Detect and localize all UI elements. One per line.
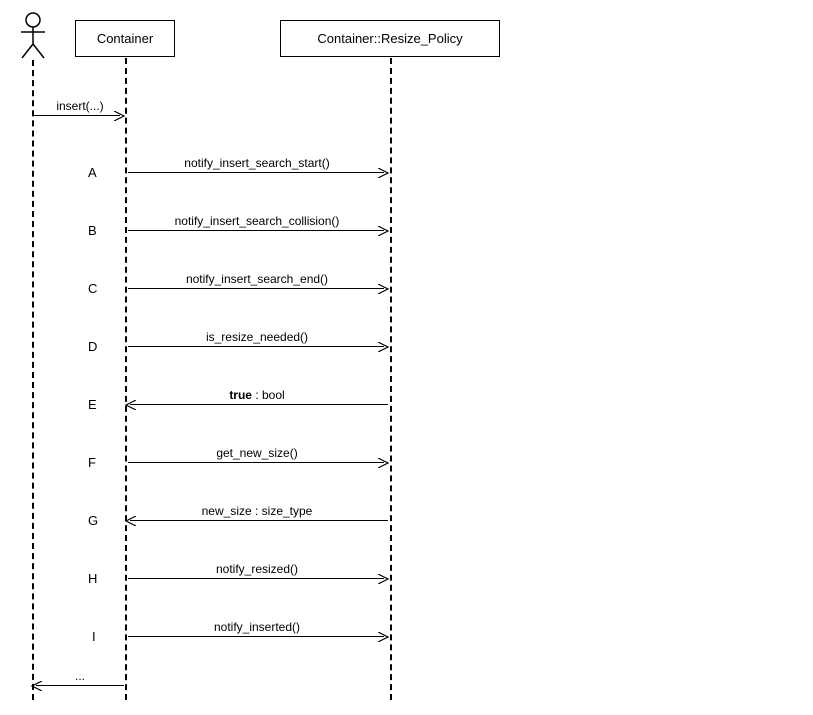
message-label: get_new_size() (128, 446, 386, 460)
message-step: D (88, 339, 97, 354)
arrow-head-icon (378, 631, 390, 645)
lifeline-container (125, 58, 127, 700)
participant-container: Container (75, 20, 175, 57)
message-label: is_resize_needed() (128, 330, 386, 344)
participant-resize-policy: Container::Resize_Policy (280, 20, 500, 57)
arrow-line (128, 462, 384, 463)
arrow-line (130, 520, 388, 521)
sequence-diagram: Container Container::Resize_Policy inser… (0, 0, 813, 715)
message-step: C (88, 281, 97, 296)
arrow-line (128, 172, 384, 173)
arrow-head-icon (378, 573, 390, 587)
arrow-head-icon (378, 283, 390, 297)
arrow-head-icon (30, 680, 42, 694)
arrow-head-icon (378, 341, 390, 355)
message-label-bold: true (229, 388, 252, 402)
participant-label: Container::Resize_Policy (317, 31, 462, 46)
message-label: ... (40, 669, 120, 683)
arrow-head-icon (378, 457, 390, 471)
message-label: notify_insert_search_start() (128, 156, 386, 170)
participant-label: Container (97, 31, 153, 46)
arrow-line (128, 230, 384, 231)
arrow-line (128, 578, 384, 579)
message-label: notify_inserted() (128, 620, 386, 634)
arrow-head-icon (124, 399, 136, 413)
message-step: H (88, 571, 97, 586)
actor-icon (19, 12, 47, 60)
arrow-line (34, 115, 120, 116)
arrow-head-icon (378, 167, 390, 181)
arrow-line (128, 288, 384, 289)
arrow-head-icon (124, 515, 136, 529)
message-step: G (88, 513, 98, 528)
lifeline-actor (32, 60, 34, 700)
actor (18, 12, 48, 63)
message-step: B (88, 223, 97, 238)
message-step: F (88, 455, 96, 470)
message-step: E (88, 397, 97, 412)
lifeline-resize-policy (390, 58, 392, 700)
message-label-rest: : bool (252, 388, 285, 402)
arrow-line (36, 685, 124, 686)
arrow-head-icon (378, 225, 390, 239)
message-label: notify_resized() (128, 562, 386, 576)
message-label: notify_insert_search_end() (128, 272, 386, 286)
message-step: A (88, 165, 97, 180)
arrow-head-icon (114, 110, 126, 124)
message-step: I (92, 629, 96, 644)
message-label: new_size : size_type (128, 504, 386, 518)
message-label: true : bool (128, 388, 386, 402)
message-label: notify_insert_search_collision() (128, 214, 386, 228)
message-label: insert(...) (40, 99, 120, 113)
arrow-line (130, 404, 388, 405)
arrow-line (128, 636, 384, 637)
arrow-line (128, 346, 384, 347)
